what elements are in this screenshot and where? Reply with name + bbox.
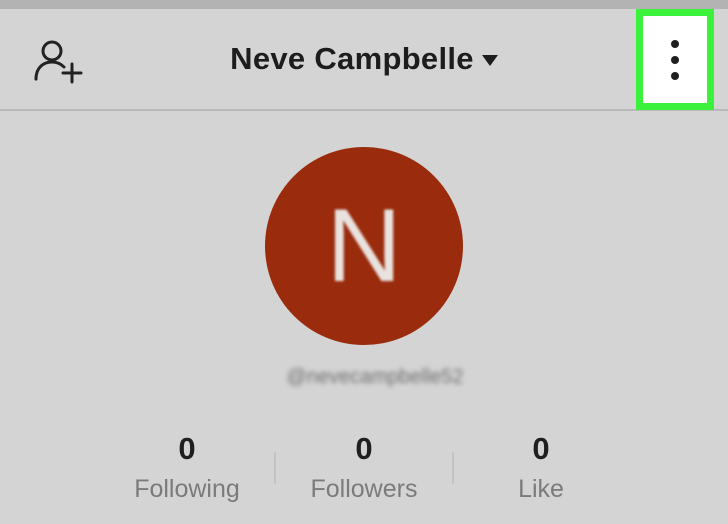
followers-label: Followers bbox=[310, 475, 418, 503]
vertical-dots-icon bbox=[671, 71, 679, 80]
vertical-dots-icon bbox=[671, 39, 679, 48]
following-label: Following bbox=[134, 475, 240, 503]
profile-name: Neve Campbelle bbox=[230, 41, 474, 76]
avatar[interactable]: N bbox=[265, 147, 463, 345]
followers-count: 0 bbox=[355, 431, 373, 466]
likes-label: Like bbox=[518, 475, 564, 503]
likes-stat[interactable]: 0 Like bbox=[456, 430, 626, 506]
vertical-dots-icon bbox=[671, 55, 679, 64]
profile-header: Neve Campbelle bbox=[0, 9, 728, 111]
avatar-letter: N bbox=[326, 188, 402, 304]
stat-divider bbox=[274, 452, 276, 484]
caret-down-icon bbox=[481, 54, 498, 66]
followers-stat[interactable]: 0 Followers bbox=[279, 430, 449, 506]
likes-count: 0 bbox=[532, 431, 550, 466]
stat-divider bbox=[452, 452, 454, 484]
status-strip bbox=[0, 0, 728, 9]
username: @nevecampbelle52 bbox=[286, 366, 464, 388]
following-stat[interactable]: 0 Following bbox=[102, 430, 272, 506]
following-count: 0 bbox=[178, 431, 196, 466]
more-options-button[interactable] bbox=[636, 9, 714, 110]
account-switcher[interactable]: Neve Campbelle bbox=[0, 9, 728, 109]
